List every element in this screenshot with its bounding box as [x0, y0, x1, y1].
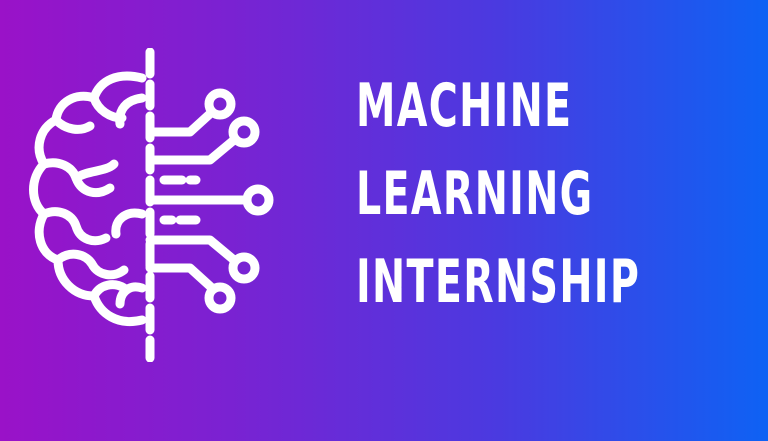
- title-line-internship: INTERNSHIP: [356, 247, 641, 317]
- title-line-learning: LEARNING: [356, 159, 594, 229]
- brain-circuit-icon: [29, 48, 274, 362]
- title-line-machine: MACHINE: [356, 71, 573, 141]
- banner: MACHINE LEARNING INTERNSHIP: [0, 0, 768, 441]
- banner-title: MACHINE LEARNING INTERNSHIP: [356, 62, 640, 326]
